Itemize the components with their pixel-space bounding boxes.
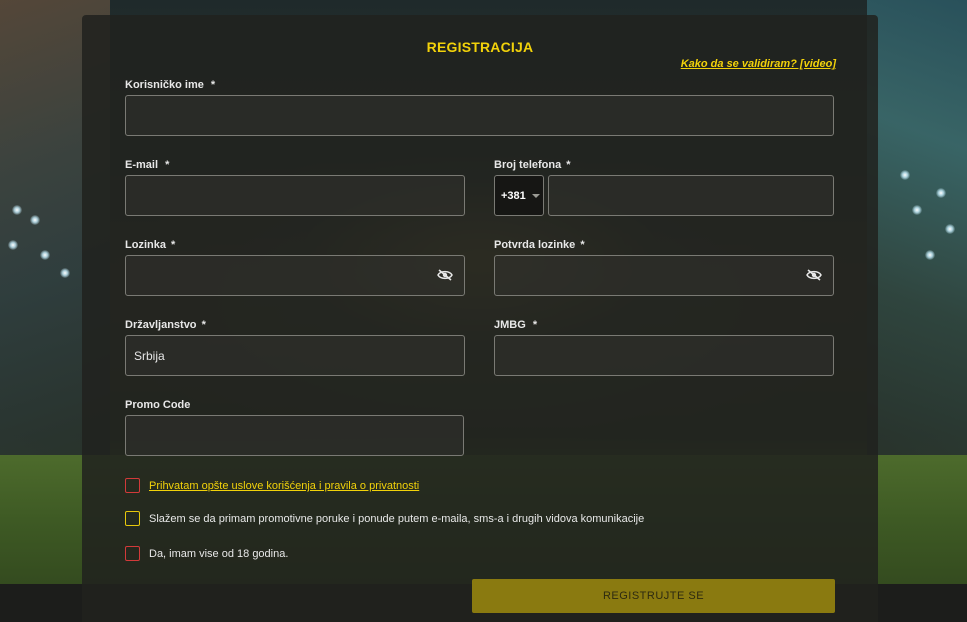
password-input[interactable] [125, 255, 465, 296]
email-input[interactable] [125, 175, 465, 216]
username-label: Korisničko ime * [125, 79, 215, 91]
jmbg-label-text: JMBG [494, 319, 526, 331]
promo-code-label: Promo Code [125, 399, 191, 411]
promo-messages-checkbox[interactable] [125, 511, 140, 526]
stadium-light [945, 224, 955, 234]
required-marker: * [171, 239, 176, 251]
required-marker: * [580, 239, 585, 251]
promo-code-input[interactable] [125, 415, 464, 456]
stadium-light [925, 250, 935, 260]
stadium-light [8, 240, 18, 250]
password-label: Lozinka * [125, 239, 175, 251]
password-confirm-label-text: Potvrda lozinke [494, 239, 576, 251]
stadium-light [936, 188, 946, 198]
phone-label-text: Broj telefona [494, 159, 562, 171]
username-label-text: Korisničko ime [125, 79, 204, 91]
required-marker: * [165, 159, 170, 171]
eye-slash-icon[interactable] [437, 269, 453, 281]
caret-down-icon [531, 193, 540, 198]
page-title: REGISTRACIJA [426, 39, 534, 55]
age-checkbox[interactable] [125, 546, 140, 561]
required-marker: * [210, 79, 216, 91]
terms-checkbox[interactable] [125, 478, 140, 493]
stadium-light [900, 170, 910, 180]
stadium-light [912, 205, 922, 215]
password-confirm-input[interactable] [494, 255, 834, 296]
phone-prefix-value: +381 [501, 189, 526, 202]
email-label: E-mail * [125, 159, 169, 171]
phone-prefix-select[interactable]: +381 [494, 175, 544, 216]
password-label-text: Lozinka [125, 239, 166, 251]
terms-text: Prihvatam opšte uslove korišćenja i prav… [149, 480, 419, 492]
citizenship-value: Srbija [134, 349, 165, 363]
stadium-light [30, 215, 40, 225]
required-marker: * [532, 319, 538, 331]
stadium-light [60, 268, 70, 278]
jmbg-label: JMBG * [494, 319, 537, 331]
email-label-text: E-mail [125, 159, 159, 171]
citizenship-select[interactable]: Srbija [125, 335, 465, 376]
validation-video-link[interactable]: Kako da se validiram? [video] [681, 58, 836, 70]
phone-input[interactable] [548, 175, 834, 216]
citizenship-label: Državljanstvo * [125, 319, 206, 331]
username-input[interactable] [125, 95, 834, 136]
required-marker: * [201, 319, 206, 331]
eye-slash-icon[interactable] [806, 269, 822, 281]
terms-link[interactable]: Prihvatam opšte uslove korišćenja i prav… [149, 480, 419, 492]
required-marker: * [566, 159, 571, 171]
registration-panel: REGISTRACIJA Kako da se validiram? [vide… [82, 15, 878, 622]
stadium-light [12, 205, 22, 215]
citizenship-label-text: Državljanstvo [125, 319, 197, 331]
stadium-light [40, 250, 50, 260]
password-confirm-label: Potvrda lozinke * [494, 239, 585, 251]
register-button[interactable]: REGISTRUJTE SE [472, 579, 835, 613]
promo-messages-text: Slažem se da primam promotivne poruke i … [149, 513, 645, 525]
jmbg-input[interactable] [494, 335, 834, 376]
phone-label: Broj telefona * [494, 159, 571, 171]
age-text: Da, imam vise od 18 godina. [149, 548, 289, 560]
